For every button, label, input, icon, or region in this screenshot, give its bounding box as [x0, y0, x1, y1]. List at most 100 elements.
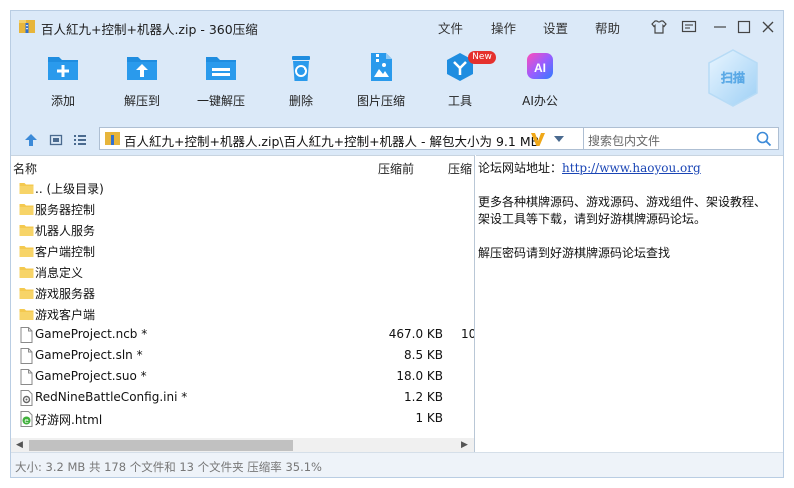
feedback-icon[interactable]	[680, 18, 698, 36]
file-name: 游戏客户端	[35, 308, 96, 322]
folder-icon	[19, 285, 34, 301]
comment-spacer	[478, 177, 781, 194]
scan-button[interactable]: 扫描	[707, 49, 759, 107]
file-row[interactable]: GameProject.sln * 8.5 KB	[11, 345, 474, 366]
add-icon	[48, 57, 78, 80]
extract-to-label: 解压到	[123, 94, 160, 108]
file-size: 467.0 KB	[388, 327, 443, 341]
settings-file-icon	[19, 390, 34, 406]
file-row[interactable]: e 好游网.html 1 KB	[11, 408, 474, 429]
file-row[interactable]: RedNineBattleConfig.ini * 1.2 KB	[11, 387, 474, 408]
file-name: 好游网.html	[35, 413, 103, 427]
tools-label: 工具	[447, 94, 472, 108]
delete-label: 删除	[288, 94, 313, 108]
file-icon	[19, 327, 34, 343]
up-arrow-icon[interactable]	[24, 133, 38, 147]
chevron-down-icon[interactable]	[554, 136, 564, 142]
file-row[interactable]: .. (上级目录)	[11, 177, 474, 198]
file-size: 8.5 KB	[404, 348, 443, 362]
status-bar: 大小: 3.2 MB 共 178 个文件和 13 个文件夹 压缩率 35.1%	[11, 452, 783, 477]
archive-comment-pane: 论坛网站地址：http://www.haoyou.org 更多各种棋牌源码、游戏…	[476, 155, 783, 452]
search-box[interactable]: 搜索包内文件	[583, 127, 779, 150]
maximize-icon[interactable]	[735, 18, 753, 36]
file-row[interactable]: 游戏服务器	[11, 282, 474, 303]
file-row[interactable]: 游戏客户端	[11, 303, 474, 324]
address-path: 百人紅九+控制+机器人.zip\百人紅九+控制+机器人 - 解包大小为 9.1 …	[124, 134, 540, 149]
folder-icon	[19, 264, 34, 280]
skin-shirt-icon[interactable]	[650, 18, 668, 36]
comment-forum-link[interactable]: http://www.haoyou.org	[562, 161, 701, 175]
delete-icon	[292, 56, 310, 81]
toolbar: 添加 解压到 一键解压 删除 图片压缩 工具 New AI AI办公 扫描	[11, 43, 783, 121]
minimize-icon[interactable]	[711, 18, 729, 36]
menu-file[interactable]: 文件	[438, 18, 463, 37]
one-click-extract-label: 一键解压	[196, 94, 245, 108]
add-button[interactable]: 添加	[23, 49, 103, 115]
address-bar[interactable]: 百人紅九+控制+机器人.zip\百人紅九+控制+机器人 - 解包大小为 9.1 …	[99, 127, 586, 150]
add-label: 添加	[50, 94, 75, 108]
html-file-icon: e	[19, 411, 34, 427]
zip-archive-icon	[105, 132, 120, 145]
new-badge: New	[468, 51, 496, 64]
scroll-right-icon[interactable]: ▶	[459, 440, 470, 451]
list-view-icon[interactable]	[73, 133, 87, 147]
vip-v-icon[interactable]	[530, 131, 546, 147]
scan-label: 扫描	[721, 70, 745, 85]
menu-help[interactable]: 帮助	[595, 18, 620, 37]
one-click-extract-button[interactable]: 一键解压	[181, 49, 261, 115]
file-name: GameProject.ncb *	[35, 327, 148, 341]
comment-spacer	[478, 228, 781, 245]
file-row[interactable]: 服务器控制	[11, 198, 474, 219]
search-icon[interactable]	[756, 131, 772, 147]
folder-icon	[19, 306, 34, 322]
status-text: 大小: 3.2 MB 共 178 个文件和 13 个文件夹 压缩率 35.1%	[15, 460, 322, 474]
ai-office-button[interactable]: AI AI办公	[500, 49, 580, 115]
comment-line-4: 解压密码请到好游棋牌源码论坛查找	[478, 246, 671, 260]
file-name: RedNineBattleConfig.ini *	[35, 390, 188, 404]
column-name[interactable]: 名称	[13, 160, 37, 177]
image-compress-icon	[371, 53, 392, 81]
delete-button[interactable]: 删除	[261, 49, 341, 115]
extract-to-button[interactable]: 解压到	[102, 49, 182, 115]
folder-icon	[19, 180, 34, 196]
image-compress-button[interactable]: 图片压缩	[341, 49, 421, 115]
title-bar: 百人紅九+控制+机器人.zip - 360压缩 文件 操作 设置 帮助	[11, 11, 783, 43]
file-size: 1 KB	[415, 411, 443, 425]
folder-icon	[19, 201, 34, 217]
file-name: 客户端控制	[35, 245, 96, 259]
folder-icon	[19, 222, 34, 238]
menu-settings[interactable]: 设置	[543, 18, 568, 37]
file-row[interactable]: GameProject.suo * 18.0 KB	[11, 366, 474, 387]
file-row[interactable]: 客户端控制	[11, 240, 474, 261]
file-size: 1.2 KB	[404, 390, 443, 404]
file-name: 服务器控制	[35, 203, 96, 217]
file-name: GameProject.sln *	[35, 348, 143, 362]
file-list-pane: 名称 压缩前 压缩 .. (上级目录) 服务器控制机器人服务客户端控制消息定义游戏…	[11, 155, 475, 452]
one-click-extract-icon	[206, 57, 236, 80]
address-row: 百人紅九+控制+机器人.zip\百人紅九+控制+机器人 - 解包大小为 9.1 …	[11, 121, 783, 155]
zip-archive-icon	[19, 20, 35, 33]
horizontal-scrollbar[interactable]: ◀ ▶	[11, 438, 474, 452]
comment-line-2: 更多各种棋牌源码、游戏源码、游戏组件、架设教程、	[478, 195, 767, 209]
file-name: 消息定义	[35, 266, 84, 280]
thumbnail-view-icon[interactable]	[49, 133, 63, 147]
file-icon	[19, 369, 34, 385]
close-icon[interactable]	[759, 18, 777, 36]
ai-icon-text: AI	[534, 61, 546, 75]
ai-office-label: AI办公	[522, 94, 558, 108]
app-window: 百人紅九+控制+机器人.zip - 360压缩 文件 操作 设置 帮助 添加 解…	[10, 10, 784, 478]
column-size-before[interactable]: 压缩前	[378, 160, 414, 177]
folder-icon	[19, 243, 34, 259]
column-size-after[interactable]: 压缩	[448, 160, 472, 177]
file-row[interactable]: 消息定义	[11, 261, 474, 282]
file-row[interactable]: 机器人服务	[11, 219, 474, 240]
search-placeholder: 搜索包内文件	[588, 134, 661, 148]
file-name: 游戏服务器	[35, 287, 96, 301]
scrollbar-thumb[interactable]	[29, 440, 293, 451]
svg-text:e: e	[24, 417, 28, 425]
file-compressed-size: 10	[461, 327, 475, 341]
menu-operation[interactable]: 操作	[491, 18, 516, 37]
file-row[interactable]: GameProject.ncb * 467.0 KB 10	[11, 324, 475, 345]
comment-line-3: 架设工具等下载，请到好游棋牌源码论坛。	[478, 212, 707, 226]
scroll-left-icon[interactable]: ◀	[14, 440, 25, 451]
